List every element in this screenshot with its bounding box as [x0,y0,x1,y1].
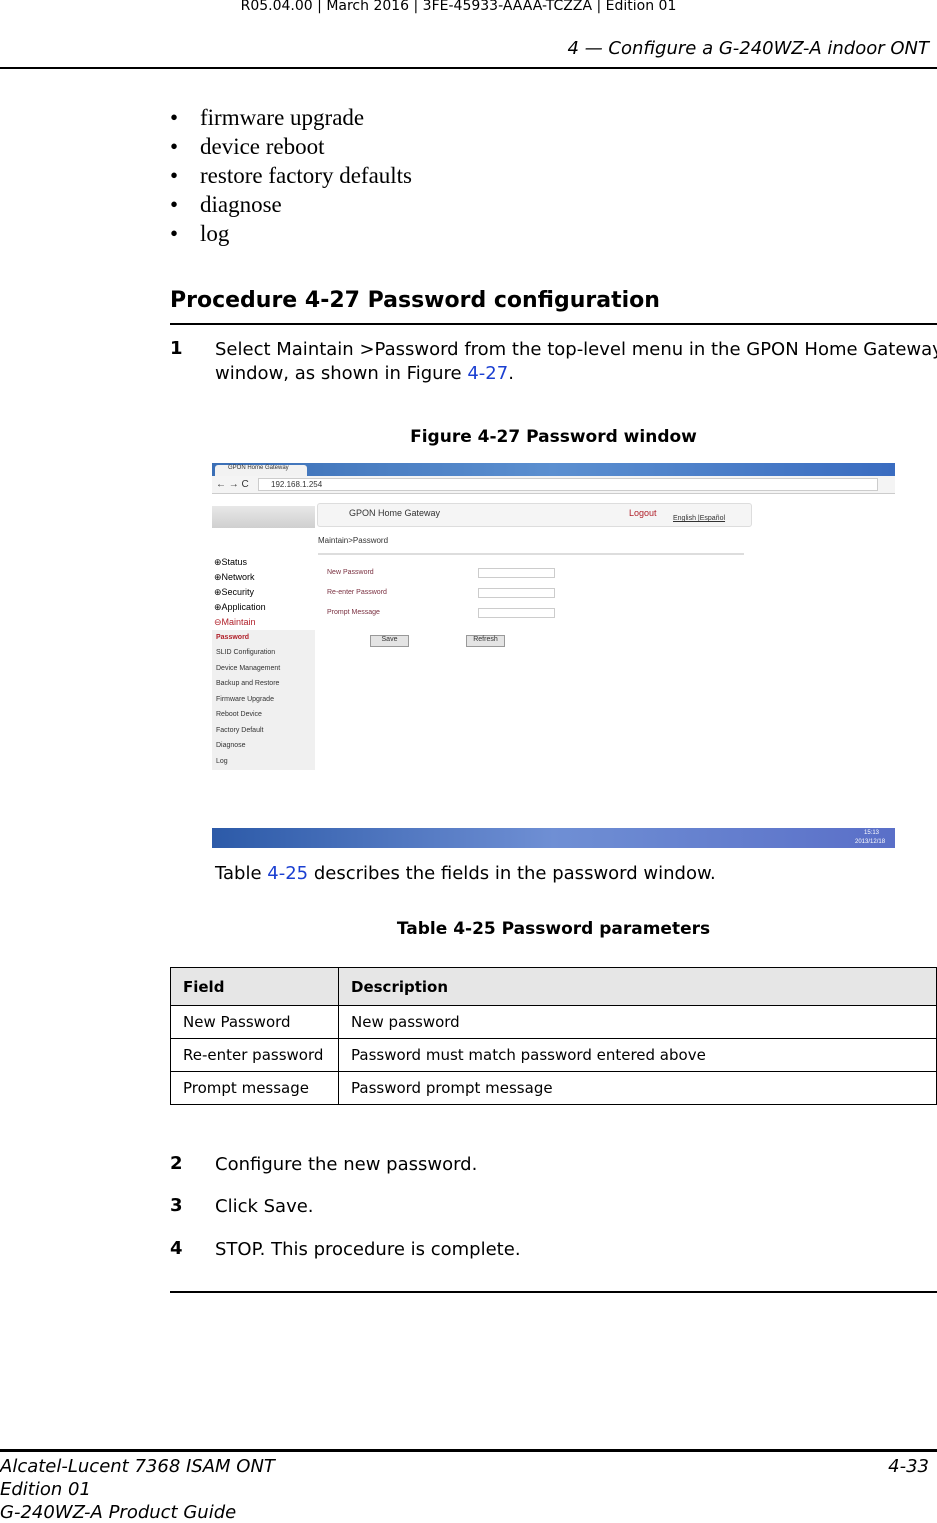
procedure-end-rule [170,1291,937,1293]
figure-link[interactable]: 4-27 [467,363,508,384]
procedure-title: Procedure 4-27 Password configuration [170,288,660,313]
header-rule [0,67,937,69]
footer-product: Alcatel-Lucent 7368 ISAM ONT [0,1456,275,1477]
document-id-header: R05.04.00 | March 2016 | 3FE-45933-AAAA-… [240,0,677,14]
table-row: Re-enter password Password must match pas… [170,1038,937,1072]
procedure-rule [170,323,937,325]
table-row: New Password New password [170,1005,937,1039]
page-number: 4-33 [888,1456,929,1477]
footer-edition: Edition 01 [0,1479,91,1500]
password-parameters-table: Field Description New Password New passwor… [170,967,937,1105]
column-header: Field [170,967,339,1006]
table-row: Prompt message Password prompt message [170,1071,937,1105]
column-header: Description [338,967,937,1006]
figure-caption: Figure 4-27 Password window [410,427,697,447]
table-link[interactable]: 4-25 [267,863,308,884]
table-caption: Table 4-25 Password parameters [396,919,711,939]
chapter-title: 4 — Configure a G-240WZ-A indoor ONT [567,38,929,59]
footer-rule [0,1449,937,1452]
password-window-screenshot: GPON Home Gateway ← → C 192.168.1.254 GP… [212,463,895,848]
